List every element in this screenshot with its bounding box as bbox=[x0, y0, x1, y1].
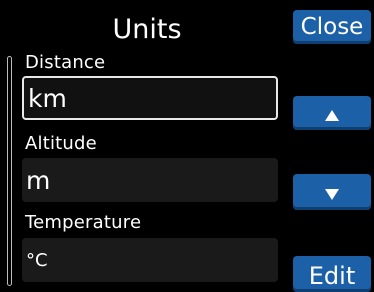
distance-label: Distance bbox=[25, 52, 106, 73]
scrollbar[interactable] bbox=[7, 56, 12, 286]
down-arrow-icon bbox=[325, 188, 339, 200]
page-title: Units bbox=[112, 14, 182, 45]
altitude-label: Altitude bbox=[25, 133, 97, 154]
close-button[interactable]: Close bbox=[293, 10, 371, 44]
distance-value: km bbox=[28, 83, 67, 113]
scroll-down-button[interactable] bbox=[293, 174, 371, 210]
scroll-up-button[interactable] bbox=[293, 96, 371, 130]
temperature-field[interactable]: °C bbox=[22, 238, 278, 282]
altitude-value: m bbox=[26, 165, 51, 195]
distance-field[interactable]: km bbox=[22, 76, 278, 120]
edit-button[interactable]: Edit bbox=[293, 256, 371, 292]
up-arrow-icon bbox=[325, 109, 339, 121]
temperature-label: Temperature bbox=[25, 212, 142, 233]
temperature-value: °C bbox=[26, 249, 48, 271]
altitude-field[interactable]: m bbox=[22, 158, 278, 202]
